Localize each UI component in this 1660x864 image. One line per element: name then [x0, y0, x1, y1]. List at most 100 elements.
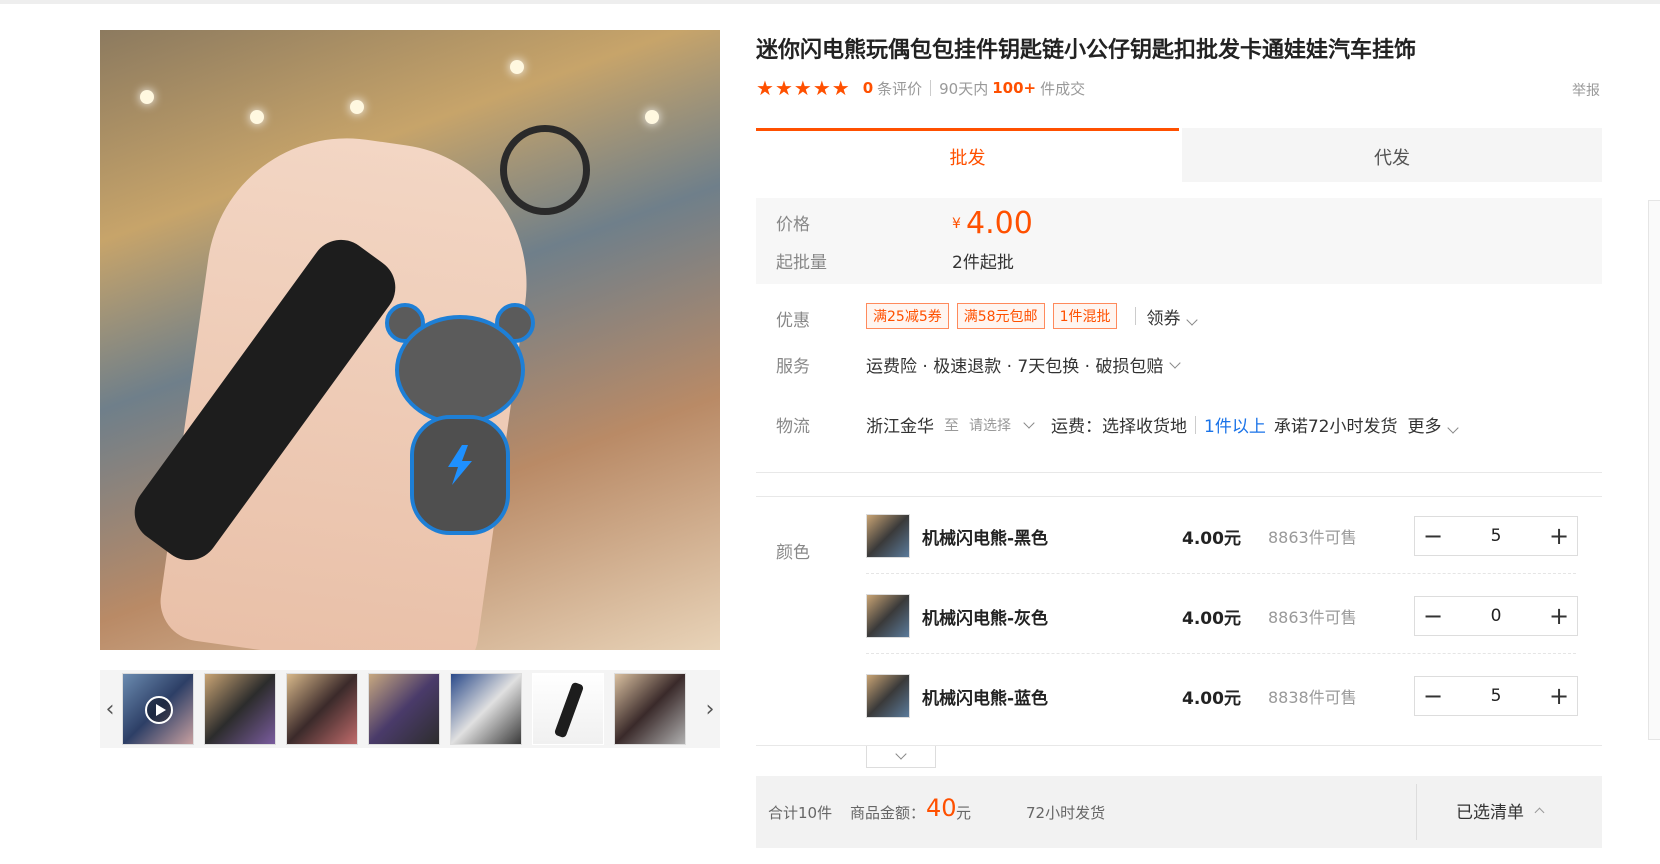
- amount-unit: 元: [956, 804, 972, 822]
- service-text: 运费险 · 极速退款 · 7天包换 · 破损包赔: [866, 357, 1164, 377]
- price-value: 4.00: [966, 206, 1033, 241]
- divider: [1195, 415, 1197, 434]
- plus-button[interactable]: +: [1541, 517, 1577, 555]
- strap-icon: [553, 681, 585, 739]
- coupon-badge[interactable]: 1件混批: [1052, 303, 1118, 329]
- sku-thumbnail[interactable]: [866, 674, 910, 718]
- thumb-next-arrow[interactable]: ›: [700, 670, 720, 748]
- side-toolbar[interactable]: [1648, 200, 1660, 740]
- quantity-input[interactable]: 5: [1451, 677, 1541, 715]
- logistics-row: 浙江金华 至 请选择 运费：选择收货地 1件以上 承诺72小时发货 更多: [866, 412, 1460, 437]
- more-button[interactable]: 更多: [1407, 412, 1460, 437]
- ceiling-light: [645, 110, 659, 124]
- star-icon: ★: [793, 76, 812, 100]
- sku-stock: 8863件可售: [1268, 528, 1357, 547]
- sku-stock: 8863件可售: [1268, 608, 1357, 627]
- coupon-badge[interactable]: 满58元包邮: [956, 303, 1045, 329]
- thumbnail[interactable]: [532, 673, 604, 745]
- sku-color-label: 颜色: [776, 543, 810, 563]
- rating-row: ★ ★ ★ ★ ★ 0 条评价 90天内 100+ 件成交: [756, 76, 1085, 100]
- thumbnail-video[interactable]: [122, 673, 194, 745]
- sku-name: 机械闪电熊-灰色: [922, 609, 1049, 629]
- ceiling-light: [140, 90, 154, 104]
- report-link[interactable]: 举报: [1572, 80, 1600, 100]
- bear-head: [395, 315, 525, 425]
- promo-row: 满25减5券 满58元包邮 1件混批 领券: [866, 303, 1199, 329]
- thumbnail[interactable]: [614, 673, 686, 745]
- sku-row: 机械闪电熊-灰色 4.00元 8863件可售 − 0 +: [866, 580, 1578, 654]
- service-label: 服务: [776, 357, 810, 377]
- bear-figure: [385, 303, 535, 555]
- coupon-badge[interactable]: 满25减5券: [866, 303, 949, 329]
- divider: [1135, 307, 1137, 325]
- chevron-down-icon: [1186, 313, 1199, 326]
- thumbnail[interactable]: [368, 673, 440, 745]
- service-row[interactable]: 运费险 · 极速退款 · 7天包换 · 破损包赔: [866, 352, 1182, 377]
- quantity-stepper: − 5 +: [1414, 676, 1578, 716]
- selected-list-label: 已选清单: [1456, 803, 1524, 823]
- plus-button[interactable]: +: [1541, 597, 1577, 635]
- freight-text: 运费：选择收货地: [1051, 417, 1188, 437]
- total-items: 合计10件: [768, 804, 833, 822]
- sku-thumbnail[interactable]: [866, 514, 910, 558]
- promo-label: 优惠: [776, 311, 810, 331]
- chevron-down-icon[interactable]: [1023, 416, 1035, 429]
- review-count[interactable]: 0: [863, 79, 873, 97]
- minus-button[interactable]: −: [1415, 597, 1451, 635]
- sku-stock: 8838件可售: [1268, 688, 1357, 707]
- section-divider: [756, 496, 1602, 497]
- amount-value: 40: [926, 794, 957, 822]
- chevron-up-icon: [1534, 807, 1545, 818]
- sku-thumbnail[interactable]: [866, 594, 910, 638]
- get-coupon-label: 领券: [1146, 308, 1181, 329]
- amount-label: 商品金额：: [850, 804, 926, 822]
- quantity-stepper: − 5 +: [1414, 516, 1578, 556]
- top-border: [0, 0, 1660, 4]
- tab-wholesale[interactable]: 批发: [756, 128, 1179, 182]
- ship-promise-text: 承诺72小时发货: [1273, 417, 1398, 437]
- thumbnail[interactable]: [286, 673, 358, 745]
- destination-select[interactable]: 请选择: [969, 415, 1011, 435]
- to-text: 至: [944, 416, 960, 434]
- row-divider: [866, 573, 1576, 574]
- quantity-stepper: − 0 +: [1414, 596, 1578, 636]
- quantity-input[interactable]: 0: [1451, 597, 1541, 635]
- deal-count: 100+: [992, 79, 1037, 97]
- star-icon: ★: [812, 76, 831, 100]
- thumbnail[interactable]: [204, 673, 276, 745]
- key-ring: [500, 125, 590, 215]
- qty-rule-text: 1件以上: [1204, 417, 1266, 437]
- minus-button[interactable]: −: [1415, 517, 1451, 555]
- currency-symbol: ¥: [952, 216, 961, 232]
- expand-sku-button[interactable]: [866, 746, 936, 768]
- get-coupon-button[interactable]: 领券: [1146, 304, 1199, 329]
- row-divider: [866, 653, 1576, 654]
- product-title: 迷你闪电熊玩偶包包挂件钥匙链小公仔钥匙扣批发卡通娃娃汽车挂饰: [756, 37, 1417, 63]
- deal-prefix: 90天内: [939, 79, 989, 98]
- main-product-image[interactable]: [100, 30, 720, 650]
- more-label: 更多: [1407, 417, 1442, 437]
- purchase-mode-tabs: 批发 代发: [756, 128, 1602, 182]
- chevron-down-icon: [1169, 356, 1182, 369]
- thumbnail[interactable]: [450, 673, 522, 745]
- tab-dropship[interactable]: 代发: [1182, 128, 1602, 182]
- chevron-down-icon: [1447, 422, 1460, 434]
- ceiling-light: [350, 100, 364, 114]
- section-divider: [756, 472, 1602, 473]
- quantity-input[interactable]: 5: [1451, 517, 1541, 555]
- thumb-prev-arrow[interactable]: ‹: [100, 670, 120, 748]
- moq-label: 起批量: [776, 253, 827, 273]
- minus-button[interactable]: −: [1415, 677, 1451, 715]
- ceiling-light: [510, 60, 524, 74]
- divider: [930, 80, 932, 96]
- price-label: 价格: [776, 215, 810, 235]
- review-label[interactable]: 条评价: [877, 78, 922, 99]
- order-summary-bar: 合计10件 商品金额： 40 元 72小时发货 已选清单: [756, 776, 1602, 848]
- ship-time: 72小时发货: [1026, 804, 1106, 822]
- price-panel: 价格 ¥ 4.00 起批量 2件起批: [756, 198, 1602, 284]
- play-icon: [145, 696, 173, 724]
- selected-list-button[interactable]: 已选清单: [1456, 798, 1545, 823]
- sku-price: 4.00元: [1182, 689, 1241, 709]
- sku-price: 4.00元: [1182, 529, 1241, 549]
- plus-button[interactable]: +: [1541, 677, 1577, 715]
